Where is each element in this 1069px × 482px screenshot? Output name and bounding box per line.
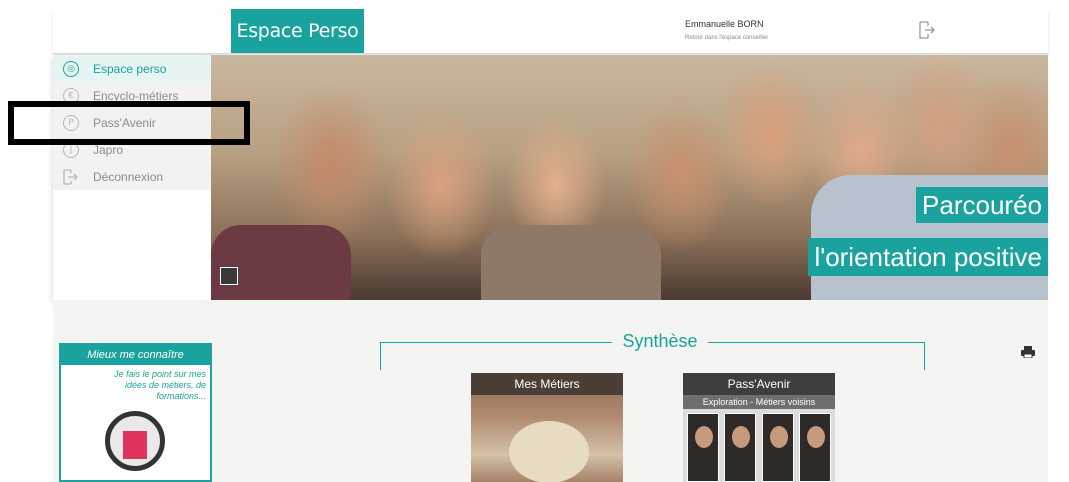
know-card-text: Je fais le point sur mes idées de métier… [113,369,206,401]
portrait [798,413,831,482]
sidebar-item-deconnexion[interactable]: Déconnexion [53,163,211,190]
pass-avenir-card[interactable]: Pass'Avenir Exploration - Métiers voisin… [683,373,835,482]
section-divider [924,342,925,370]
portrait [724,413,757,482]
back-to-advisor-link[interactable]: Retour dans l'espace conseiller [685,35,768,41]
know-myself-card[interactable]: Mieux me connaître Je fais le point sur … [59,343,212,482]
sidebar-item-espace-perso[interactable]: ◎ Espace perso [53,55,211,82]
hero-photo-detail [481,225,661,300]
section-divider [380,342,381,370]
section-divider [708,342,925,343]
card-title: Pass'Avenir [683,373,835,395]
sidebar-menu: ◎ Espace perso € Encyclo-métiers P Pass'… [53,55,211,300]
person-icon [123,431,147,459]
card-image [509,421,589,482]
know-card-title: Mieux me connaître [61,345,210,365]
logout-icon[interactable] [919,21,935,39]
card-image [687,413,831,482]
card-subtitle: Exploration - Métiers voisins [683,395,835,409]
hero-subtitle: l'orientation positive [808,238,1048,276]
sidebar-item-label: Espace perso [93,61,167,76]
hero-photo-detail [211,225,351,300]
card-title: Mes Métiers [471,373,623,395]
synthese-title: Synthèse [622,331,698,351]
annotation-highlight-box [8,101,250,145]
brand-logo[interactable]: Espace Perso [231,9,364,53]
hero-banner: Parcouréo l'orientation positive [211,55,1048,300]
user-name: Emmanuelle BORN [685,19,764,29]
portrait [761,413,794,482]
section-divider [380,342,612,343]
sidebar-item-label: Déconnexion [93,169,164,184]
user-block: Emmanuelle BORN Retour dans l'espace con… [685,19,768,41]
espace-perso-icon: ◎ [63,60,79,77]
image-toggle-icon[interactable] [220,267,238,285]
logout-icon [63,168,78,185]
print-icon[interactable] [1021,346,1035,358]
top-header: Espace Perso Emmanuelle BORN Retour dans… [53,9,1048,54]
mes-metiers-card[interactable]: Mes Métiers [471,373,623,482]
main-content: Mieux me connaître Je fais le point sur … [53,300,1048,482]
portrait [687,413,719,482]
hero-title: Parcouréo [916,187,1048,223]
